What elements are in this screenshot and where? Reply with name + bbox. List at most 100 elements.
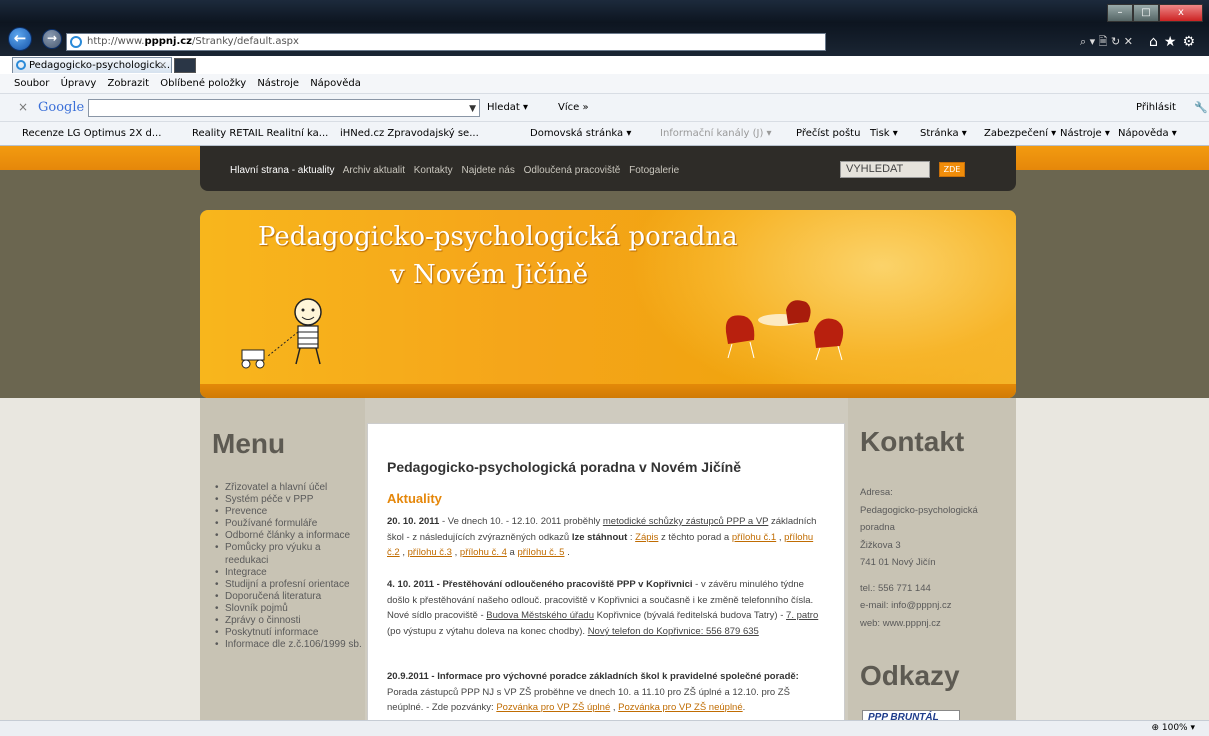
chairs-table-icon bbox=[725, 300, 844, 361]
menu-oblibene[interactable]: Oblíbené položky bbox=[160, 78, 246, 89]
browser-menubar: Soubor Úpravy Zobrazit Oblíbené položky … bbox=[0, 74, 1209, 94]
tab-label: Pedagogicko-psychologick... bbox=[29, 60, 171, 71]
main-content: Pedagogicko-psychologická poradna v Nové… bbox=[367, 423, 845, 720]
news-link[interactable]: 7. patro bbox=[786, 610, 818, 621]
menu-napoveda[interactable]: Nápověda bbox=[310, 78, 361, 89]
news-link[interactable]: přílohu č. 5 bbox=[517, 547, 564, 558]
chevron-down-icon[interactable]: ▼ bbox=[469, 96, 476, 123]
toolbar-icons[interactable]: ⌂★⚙ bbox=[1149, 34, 1201, 50]
menu-item[interactable]: Zřizovatel a hlavní účel bbox=[215, 482, 363, 494]
menu-upravy[interactable]: Úpravy bbox=[61, 78, 97, 89]
ie-icon bbox=[70, 36, 82, 48]
menu-item[interactable]: Zprávy o činnosti bbox=[215, 615, 363, 627]
google-close-icon[interactable]: × bbox=[18, 94, 28, 121]
contact-heading: Kontakt bbox=[860, 426, 965, 457]
fav-page-button[interactable]: Stránka ▾ bbox=[920, 122, 967, 145]
banner-subtitle: v Novém Jičíně bbox=[390, 260, 589, 290]
ppp-bruntal-link[interactable]: PPP BRUNTÁL bbox=[862, 710, 960, 720]
links-heading: Odkazy bbox=[860, 660, 960, 691]
site-nav: Hlavní strana - aktuality Archiv aktuali… bbox=[200, 146, 1016, 191]
address-tools[interactable]: ⌕ ▾ 🗎 ↻ ✕ bbox=[1080, 33, 1133, 52]
nav-find-us[interactable]: Najdete nás bbox=[461, 165, 514, 176]
news-link[interactable]: Zápis bbox=[635, 532, 658, 543]
site-search-input[interactable]: VYHLEDAT bbox=[840, 161, 930, 178]
back-arrow-icon[interactable]: ← bbox=[8, 27, 32, 51]
forward-arrow-icon[interactable]: → bbox=[42, 29, 62, 49]
url-prefix: http://www. bbox=[87, 36, 145, 47]
maximize-icon[interactable]: □ bbox=[1133, 4, 1159, 22]
url-domain: pppnj.cz bbox=[144, 36, 193, 47]
tab-close-icon[interactable]: × bbox=[159, 58, 167, 73]
menu-item[interactable]: Integrace bbox=[215, 567, 363, 579]
menu-item[interactable]: Prevence bbox=[215, 506, 363, 518]
fav-security-button[interactable]: Zabezpečení ▾ bbox=[984, 122, 1056, 145]
menu-zobrazit[interactable]: Zobrazit bbox=[108, 78, 150, 89]
menu-item[interactable]: Odborné články a informace bbox=[215, 530, 363, 542]
contact-info: Adresa: Pedagogicko-psychologická poradn… bbox=[860, 487, 978, 629]
fav-home-button[interactable]: Domovská stránka ▾ bbox=[530, 122, 631, 145]
nav-contacts[interactable]: Kontakty bbox=[414, 165, 453, 176]
menu-item[interactable]: Doporučená literatura bbox=[215, 591, 363, 603]
close-window-icon[interactable]: x bbox=[1159, 4, 1203, 22]
news-item: 4. 10. 2011 - Přestěhování odloučeného p… bbox=[387, 579, 819, 637]
wrench-icon[interactable]: 🔧 bbox=[1194, 94, 1208, 121]
menu-soubor[interactable]: Soubor bbox=[14, 78, 49, 89]
news-link[interactable]: metodické schůzky zástupců PPP a VP bbox=[603, 516, 768, 527]
menu-heading: Menu bbox=[212, 428, 286, 459]
google-more-button[interactable]: Více » bbox=[558, 94, 589, 121]
menu-item[interactable]: Systém péče v PPP bbox=[215, 494, 363, 506]
child-drawing-icon bbox=[241, 298, 322, 369]
fav-item-lg[interactable]: Recenze LG Optimus 2X d... bbox=[22, 122, 161, 145]
news-link[interactable]: přílohu č.3 bbox=[408, 547, 452, 558]
news-link[interactable]: Nový telefon do Kopřivnice: 556 879 635 bbox=[588, 626, 759, 637]
fav-item-ihned[interactable]: iHNed.cz Zpravodajský se... bbox=[340, 122, 479, 145]
menu-item[interactable]: Pomůcky pro výuku a reedukaci bbox=[215, 542, 363, 566]
news-link[interactable]: přílohu č.1 bbox=[732, 532, 776, 543]
google-search-input[interactable]: ▼ bbox=[88, 99, 480, 117]
google-signin-button[interactable]: Přihlásit bbox=[1136, 94, 1176, 121]
news-link[interactable]: přílohu č. 4 bbox=[460, 547, 507, 558]
home-icon[interactable]: ⌂ bbox=[1149, 34, 1164, 50]
news-link[interactable]: Pozvánka pro VP ZŠ neúplné bbox=[618, 702, 742, 713]
site-search-button[interactable]: ZDE bbox=[939, 162, 965, 177]
news-item: 20.9.2011 - Informace pro výchovné porad… bbox=[387, 671, 799, 714]
google-search-button[interactable]: Hledat ▾ bbox=[487, 94, 528, 121]
web-page: Hlavní strana - aktuality Archiv aktuali… bbox=[0, 146, 1209, 720]
fav-print-button[interactable]: Tisk ▾ bbox=[870, 122, 898, 145]
menu-item[interactable]: Poskytnutí informace bbox=[215, 627, 363, 639]
window-controls: – □ x bbox=[1107, 4, 1203, 22]
menu-item[interactable]: Studijní a profesní orientace bbox=[215, 579, 363, 591]
new-tab-button[interactable] bbox=[174, 58, 196, 73]
news-item: 20. 10. 2011 - Ve dnech 10. - 12.10. 201… bbox=[387, 516, 817, 559]
nav-branches[interactable]: Odloučená pracoviště bbox=[524, 165, 621, 176]
google-logo: Google bbox=[38, 100, 85, 115]
nav-home[interactable]: Hlavní strana - aktuality bbox=[230, 165, 335, 176]
banner-title: Pedagogicko-psychologická poradna bbox=[258, 222, 738, 252]
banner: Pedagogicko-psychologická poradna v Nové… bbox=[200, 210, 1016, 398]
zoom-level[interactable]: ⊕ 100% ▾ bbox=[1151, 721, 1195, 736]
browser-tab[interactable]: Pedagogicko-psychologick... × bbox=[12, 57, 172, 73]
menu-nastroje[interactable]: Nástroje bbox=[257, 78, 299, 89]
menu-item[interactable]: Informace dle z.č.106/1999 sb. bbox=[215, 639, 363, 651]
url-path: /Stranky/default.aspx bbox=[192, 36, 299, 47]
fav-help-button[interactable]: Nápověda ▾ bbox=[1118, 122, 1177, 145]
nav-archive[interactable]: Archiv aktualit bbox=[343, 165, 405, 176]
minimize-icon[interactable]: – bbox=[1107, 4, 1133, 22]
menu-item[interactable]: Slovník pojmů bbox=[215, 603, 363, 615]
news-link[interactable]: Pozvánka pro VP ZŠ úplné bbox=[496, 702, 610, 713]
address-bar[interactable]: http://www.pppnj.cz/Stranky/default.aspx bbox=[66, 33, 826, 51]
content-columns: Menu Zřizovatel a hlavní účel Systém péč… bbox=[200, 398, 1016, 720]
settings-gear-icon[interactable]: ⚙ bbox=[1182, 34, 1201, 50]
menu-item[interactable]: Používané formuláře bbox=[215, 518, 363, 530]
status-bar: ⊕ 100% ▾ bbox=[0, 720, 1209, 736]
browser-titlebar: ← → http://www.pppnj.cz/Stranky/default.… bbox=[0, 0, 1209, 73]
fav-feeds-button[interactable]: Informační kanály (J) ▾ bbox=[660, 122, 772, 145]
fav-tools-button[interactable]: Nástroje ▾ bbox=[1060, 122, 1110, 145]
news-link[interactable]: Budova Městského úřadu bbox=[486, 610, 594, 621]
fav-mail-button[interactable]: Přečíst poštu bbox=[796, 122, 860, 145]
fav-item-reality[interactable]: Reality RETAIL Realitní ka... bbox=[192, 122, 328, 145]
nav-gallery[interactable]: Fotogalerie bbox=[629, 165, 679, 176]
page-title: Pedagogicko-psychologická poradna v Nové… bbox=[387, 459, 741, 475]
side-menu: Zřizovatel a hlavní účel Systém péče v P… bbox=[215, 482, 363, 651]
favorites-star-icon[interactable]: ★ bbox=[1164, 34, 1183, 50]
